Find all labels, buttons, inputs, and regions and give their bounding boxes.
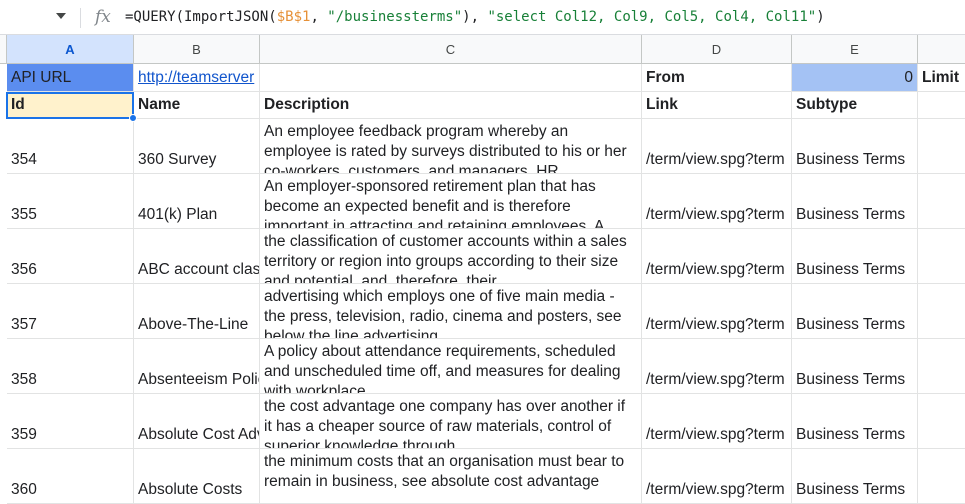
column-header-b[interactable]: B — [134, 35, 260, 64]
formula-token: ), — [462, 9, 488, 25]
cell-d1[interactable]: From — [642, 64, 792, 92]
cell-empty[interactable] — [918, 449, 965, 504]
formula-token: "select Col12, Col9, Col5, Col4, Col11" — [487, 9, 817, 25]
fx-icon: fx — [95, 7, 111, 27]
formula-bar-divider — [80, 8, 81, 28]
cell-description[interactable]: advertising which employs one of five ma… — [260, 284, 642, 339]
cell-link[interactable]: /term/view.spg?term — [642, 229, 792, 284]
formula-token: =QUERY(ImportJSON( — [125, 9, 277, 25]
cell-e1[interactable]: 0 — [792, 64, 918, 92]
cell-name[interactable]: 401(k) Plan — [134, 174, 260, 229]
cell-f1[interactable]: Limit — [918, 64, 965, 92]
cell-subtype[interactable]: Business Terms — [792, 339, 918, 394]
formula-token: , — [310, 9, 328, 25]
cell-description[interactable]: the cost advantage one company has over … — [260, 394, 642, 449]
cell-f2[interactable] — [918, 92, 965, 119]
cell-link[interactable]: /term/view.spg?term — [642, 449, 792, 504]
cell-empty[interactable] — [918, 174, 965, 229]
cell-link[interactable]: /term/view.spg?term — [642, 339, 792, 394]
formula-bar: fx =QUERY(ImportJSON($B$1, "/businesster… — [0, 0, 965, 35]
cell-description[interactable]: the classification of customer accounts … — [260, 229, 642, 284]
column-header-e[interactable]: E — [792, 35, 918, 64]
cell-id[interactable]: 359 — [7, 394, 134, 449]
cell-subtype[interactable]: Business Terms — [792, 284, 918, 339]
api-url-link[interactable]: http://teamserver — [138, 68, 254, 88]
cell-empty[interactable] — [918, 284, 965, 339]
cell-description[interactable]: An employee feedback program whereby an … — [260, 119, 642, 174]
fill-handle[interactable] — [129, 114, 137, 122]
cell-name[interactable]: ABC account classification — [134, 229, 260, 284]
formula-input[interactable]: =QUERY(ImportJSON($B$1, "/businessterms"… — [125, 9, 825, 25]
cell-b1[interactable]: http://teamserver — [134, 64, 260, 92]
header-corner[interactable] — [0, 35, 7, 64]
cell-subtype[interactable]: Business Terms — [792, 449, 918, 504]
cell-name[interactable]: Absenteeism Policy — [134, 339, 260, 394]
chevron-down-icon[interactable] — [56, 13, 66, 19]
cell-subtype[interactable]: Business Terms — [792, 394, 918, 449]
cell-id[interactable]: 355 — [7, 174, 134, 229]
cell-d2[interactable]: Link — [642, 92, 792, 119]
cell-id[interactable]: 358 — [7, 339, 134, 394]
cell-description[interactable]: A policy about attendance requirements, … — [260, 339, 642, 394]
cell-subtype[interactable]: Business Terms — [792, 229, 918, 284]
cell-b2[interactable]: Name — [134, 92, 260, 119]
cell-empty[interactable] — [918, 339, 965, 394]
cell-link[interactable]: /term/view.spg?term — [642, 119, 792, 174]
cell-c2[interactable]: Description — [260, 92, 642, 119]
cell-subtype[interactable]: Business Terms — [792, 119, 918, 174]
cell-description[interactable]: the minimum costs that an organisation m… — [260, 449, 642, 504]
cell-link[interactable]: /term/view.spg?term — [642, 284, 792, 339]
cell-empty[interactable] — [918, 229, 965, 284]
cell-empty[interactable] — [918, 119, 965, 174]
cell-description[interactable]: An employer-sponsored retirement plan th… — [260, 174, 642, 229]
column-header-c[interactable]: C — [260, 35, 642, 64]
cell-empty[interactable] — [918, 394, 965, 449]
cell-name[interactable]: Above-The-Line — [134, 284, 260, 339]
cell-a1[interactable]: API URL — [7, 64, 134, 92]
cell-e2[interactable]: Subtype — [792, 92, 918, 119]
cell-a2[interactable]: Id — [7, 92, 134, 119]
formula-token: $B$1 — [276, 9, 311, 25]
column-header-a[interactable]: A — [7, 35, 134, 64]
cell-name[interactable]: Absolute Costs — [134, 449, 260, 504]
column-header-f[interactable] — [918, 35, 965, 64]
cell-subtype[interactable]: Business Terms — [792, 174, 918, 229]
cell-id[interactable]: 354 — [7, 119, 134, 174]
cell-name[interactable]: Absolute Cost Advantage — [134, 394, 260, 449]
cell-link[interactable]: /term/view.spg?term — [642, 174, 792, 229]
column-header-d[interactable]: D — [642, 35, 792, 64]
cell-name[interactable]: 360 Survey — [134, 119, 260, 174]
cell-id[interactable]: 356 — [7, 229, 134, 284]
cell-link[interactable]: /term/view.spg?term — [642, 394, 792, 449]
formula-token: "/businessterms" — [327, 9, 463, 25]
cell-id[interactable]: 357 — [7, 284, 134, 339]
cell-c1[interactable] — [260, 64, 642, 92]
cell-id[interactable]: 360 — [7, 449, 134, 504]
formula-token: ) — [816, 9, 825, 25]
